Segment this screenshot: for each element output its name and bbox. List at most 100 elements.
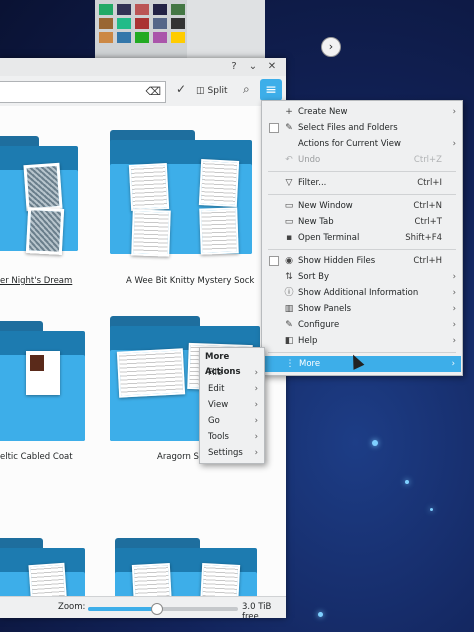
help-icon: ◧ [284, 336, 294, 346]
folder-item[interactable] [0, 321, 85, 441]
menu-item-label: New Tab [298, 217, 334, 227]
shortcut-label: Shift+F4 [405, 233, 442, 243]
menu-item-label: Actions for Current View [298, 139, 401, 149]
free-space-label: 3.0 TiB free [242, 602, 272, 618]
zoom-slider[interactable] [88, 603, 238, 615]
folder-item[interactable] [0, 136, 78, 255]
menu-item-label: Help [298, 336, 318, 346]
checkbox[interactable] [269, 256, 279, 266]
minimize-icon[interactable]: ⌄ [247, 61, 259, 73]
help-icon[interactable]: ? [228, 61, 240, 73]
star [318, 612, 323, 617]
search-icon[interactable]: ⌕ [243, 82, 250, 97]
zoom-handle[interactable] [150, 603, 163, 615]
submenu-item-view[interactable]: View › [200, 397, 264, 413]
chevron-right-icon: › [254, 432, 258, 442]
menu-separator [268, 352, 456, 353]
configure-icon: ✎ [285, 320, 293, 330]
checkbox[interactable] [269, 123, 279, 133]
check-icon[interactable]: ✓ [176, 82, 186, 96]
chevron-right-icon: › [452, 288, 456, 298]
chevron-right-icon: › [451, 359, 455, 369]
chevron-right-icon: › [452, 272, 456, 282]
new-window-icon: ▭ [284, 201, 294, 211]
more-icon: ⋮ [285, 359, 295, 369]
chevron-right-icon: › [452, 320, 456, 330]
undo-icon: ↶ [285, 155, 293, 165]
clear-icon[interactable]: ⌫ [145, 85, 161, 98]
zoom-fill [88, 607, 156, 611]
submenu-item-label: Go [208, 416, 220, 426]
split-button[interactable]: ◫ Split [196, 82, 227, 100]
file-name[interactable]: A Wee Bit Knitty Mystery Sock [126, 276, 254, 286]
more-actions-title: More Actions [205, 352, 241, 377]
file-name[interactable]: er Night's Dream [0, 276, 72, 286]
menu-item-open-terminal[interactable]: ▪ Open Terminal Shift+F4 [262, 230, 462, 246]
menu-item-label: New Window [298, 201, 353, 211]
split-icon: ◫ [196, 86, 205, 96]
menu-item-configure[interactable]: ✎ Configure › [262, 317, 462, 333]
star [405, 480, 409, 484]
chevron-right-icon: › [452, 139, 456, 149]
close-icon[interactable]: ✕ [266, 61, 278, 73]
menu-item-help[interactable]: ◧ Help › [262, 333, 462, 349]
terminal-icon: ▪ [285, 233, 293, 243]
menu-item-label: More [299, 359, 321, 369]
menu-item-label: Configure [298, 320, 340, 330]
next-arrow-icon[interactable]: › [321, 37, 341, 57]
chevron-right-icon: › [254, 416, 258, 426]
menu-item-filter[interactable]: ▽ Filter... Ctrl+I [262, 175, 462, 191]
menu-item-select-files-and-folders[interactable]: ✎ Select Files and Folders [262, 120, 462, 136]
submenu-item-file[interactable]: File › [200, 365, 264, 381]
split-label: Split [207, 86, 228, 96]
shortcut-label: Ctrl+N [413, 201, 442, 211]
filter-icon: ▽ [285, 178, 293, 188]
menu-item-new-window[interactable]: ▭ New Window Ctrl+N [262, 198, 462, 214]
more-actions-submenu: More Actions File › Edit › View › Go › Tools › Set… [199, 347, 265, 464]
menu-item-show-additional-information[interactable]: ⓘ Show Additional Information › [262, 285, 462, 301]
submenu-item-label: Tools [208, 432, 229, 442]
submenu-item-go[interactable]: Go › [200, 413, 264, 429]
menu-item-label: Create New [298, 107, 348, 117]
folder-item[interactable] [110, 130, 252, 257]
star [372, 440, 378, 446]
shortcut-label: Ctrl+T [414, 217, 442, 227]
menu-item-label: Show Panels [298, 304, 351, 314]
status-bar: Zoom: 3.0 TiB free [0, 596, 286, 618]
menu-item-undo[interactable]: ↶ Undo Ctrl+Z [262, 152, 462, 168]
sort-icon: ⇅ [285, 272, 293, 282]
menu-item-sort-by[interactable]: ⇅ Sort By › [262, 269, 462, 285]
submenu-item-settings[interactable]: Settings › [200, 445, 264, 461]
chevron-right-icon: › [254, 384, 258, 394]
panels-icon: ▥ [284, 304, 294, 314]
file-name[interactable]: eltic Cabled Coat [0, 452, 73, 462]
menu-item-label: Show Additional Information [298, 288, 419, 298]
menu-item-label: Open Terminal [298, 233, 360, 243]
menu-separator [268, 249, 456, 250]
menu-item-create-new[interactable]: + Create New › [262, 104, 462, 120]
submenu-item-label: Settings [208, 448, 243, 458]
info-icon: ⓘ [284, 288, 294, 298]
submenu-item-edit[interactable]: Edit › [200, 381, 264, 397]
menu-item-actions-for-current-view[interactable]: Actions for Current View › [262, 136, 462, 152]
chevron-right-icon: › [254, 368, 258, 378]
menu-item-new-tab[interactable]: ▭ New Tab Ctrl+T [262, 214, 462, 230]
eye-icon: ◉ [285, 256, 293, 266]
submenu-item-label: Edit [208, 384, 225, 394]
menu-item-show-hidden-files[interactable]: ◉ Show Hidden Files Ctrl+H [262, 253, 462, 269]
submenu-item-tools[interactable]: Tools › [200, 429, 264, 445]
location-bar[interactable]: ⌫ [0, 81, 166, 103]
new-tab-icon: ▭ [284, 217, 294, 227]
menu-item-show-panels[interactable]: ▥ Show Panels › [262, 301, 462, 317]
menu-item-label: Show Hidden Files [298, 256, 376, 266]
plus-icon: + [285, 107, 293, 117]
select-icon: ✎ [285, 123, 293, 133]
shortcut-label: Ctrl+I [417, 178, 442, 188]
submenu-item-label: View [208, 400, 229, 410]
menu-separator [268, 194, 456, 195]
thumbnail-grid [95, 0, 187, 58]
menu-separator [268, 171, 456, 172]
menu-item-label: Undo [298, 155, 321, 165]
file-name[interactable]: Aragorn So [157, 452, 204, 462]
hamburger-menu-button[interactable]: ≡ [260, 79, 282, 101]
